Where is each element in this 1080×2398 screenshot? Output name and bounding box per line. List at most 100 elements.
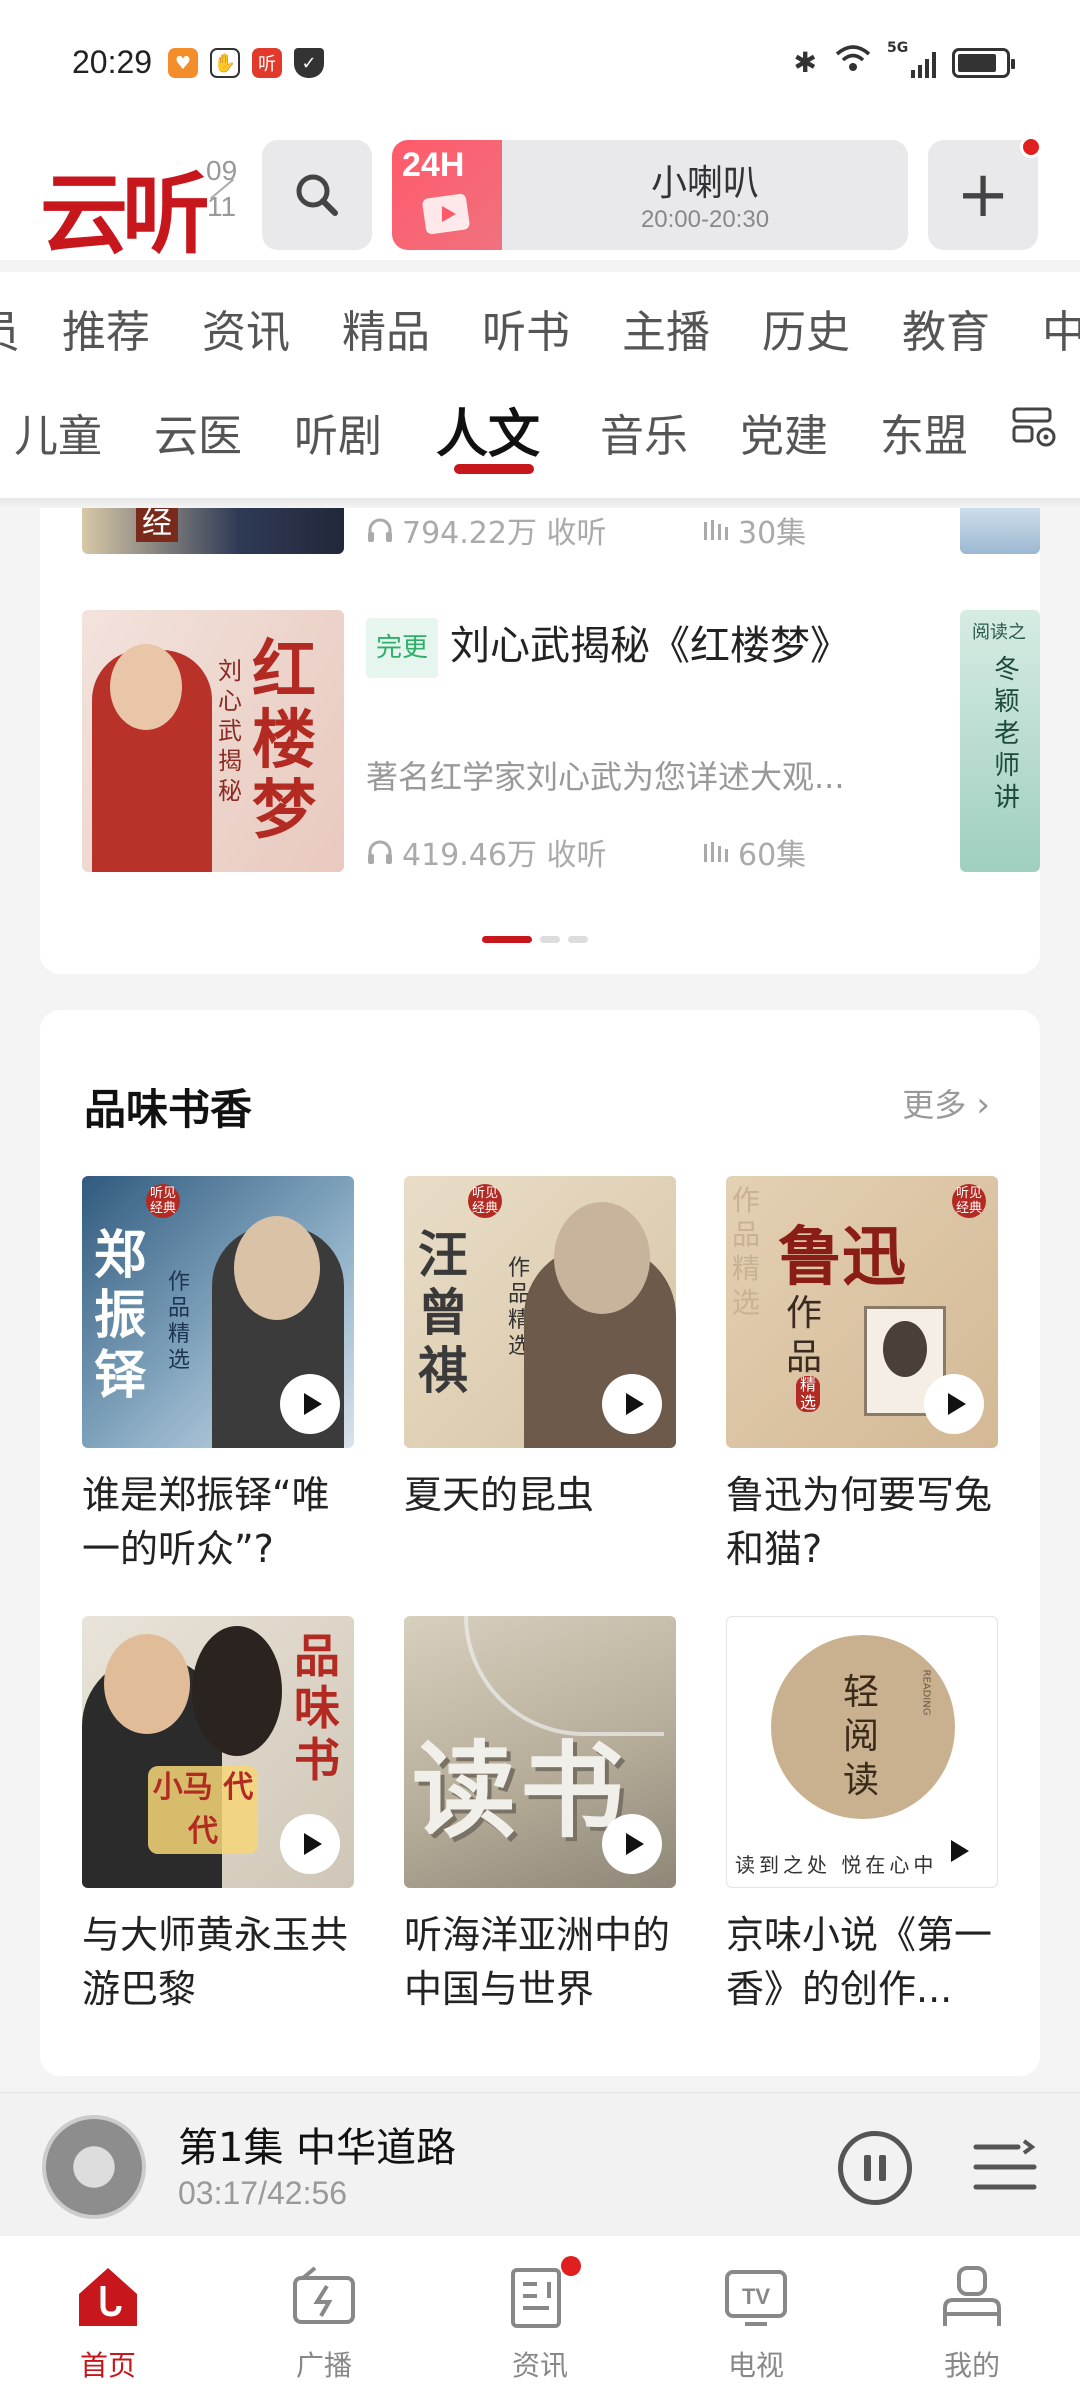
category-tab-health[interactable]: 云医	[154, 400, 242, 464]
host-portrait-2	[192, 1626, 282, 1756]
category-tab[interactable]: 员	[0, 296, 20, 360]
category-tab-host[interactable]: 主播	[622, 296, 710, 360]
more-label: 更多	[902, 1086, 967, 1124]
add-button[interactable]: +	[928, 136, 1042, 250]
episodes-icon	[704, 842, 728, 862]
play-icon[interactable]	[937, 1831, 977, 1871]
category-tab-news[interactable]: 资讯	[202, 296, 290, 360]
bottom-navigation: 首页 广播 资讯 TV 电视 我的	[0, 2236, 1080, 2398]
category-tab-children[interactable]: 儿童	[14, 400, 102, 464]
tv-icon: TV	[721, 2262, 791, 2332]
status-bar: 20:29 ♥ ✋ 听 ✓ ✱ 5G	[0, 0, 1080, 130]
nav-radio[interactable]: 广播	[244, 2262, 404, 2384]
book-section: 品味书香 更多 › 听见经典 郑振铎 作品精选 谁是郑振铎“唯一的听众”? 听见…	[40, 1010, 1040, 2076]
thumbnail-big-title: 读书	[412, 1729, 629, 1852]
episodes-count: 60集	[738, 838, 807, 873]
nav-label: 资讯	[511, 2349, 568, 2382]
headphones-icon	[368, 518, 392, 542]
nav-profile[interactable]: 我的	[892, 2262, 1052, 2384]
program-episodes: 60集	[702, 830, 806, 874]
live-24h-badge: 24H	[392, 140, 502, 250]
mini-player[interactable]: 第1集 中华道路 03:17/42:56	[0, 2092, 1080, 2236]
nav-home[interactable]: 首页	[28, 2262, 188, 2384]
listens-count: 419.46万 收听	[402, 838, 607, 873]
book-caption: 京味小说《第一香》的创作...	[726, 1913, 993, 2011]
svg-text:TV: TV	[742, 2284, 770, 2309]
thumbnail-badge: 听见经典	[146, 1184, 180, 1218]
category-tab-recommend[interactable]: 推荐	[62, 296, 150, 360]
category-tabs-row-1: 员 推荐 资讯 精品 听书 主播 历史 教育 中	[0, 272, 1080, 376]
episodes-icon	[704, 520, 728, 540]
next-program-thumbnail[interactable]: 阅读之 冬颖老师讲	[960, 610, 1040, 872]
thumbnail-small-title: 刘心武揭秘	[218, 657, 242, 805]
notification-dot	[561, 2256, 581, 2276]
next-thumbnail-top: 阅读之	[972, 622, 1026, 643]
episodes-count: 30集	[738, 516, 807, 551]
category-settings-icon	[1012, 407, 1056, 447]
signal-icon: 5G	[887, 40, 936, 78]
book-caption: 鲁迅为何要写兔和猫?	[726, 1473, 993, 1571]
book-thumbnail: 听见经典 郑振铎 作品精选	[82, 1176, 354, 1448]
program-episodes: 30集	[702, 508, 806, 552]
book-card[interactable]: 作品精选 听见经典 鲁迅 作品 精选 鲁迅为何要写兔和猫?	[726, 1176, 998, 1576]
book-card[interactable]: 品味书 小马 代代 与大师黄永玉共游巴黎	[82, 1616, 354, 2016]
book-card[interactable]: 读书 听海洋亚洲中的中国与世界	[404, 1616, 676, 2016]
pause-button[interactable]	[838, 2131, 912, 2205]
category-tab-audiobook[interactable]: 听书	[482, 296, 570, 360]
category-tab-asean[interactable]: 东盟	[880, 400, 968, 464]
plus-icon: +	[956, 158, 1010, 232]
player-cover-art[interactable]	[42, 2115, 146, 2219]
book-card[interactable]: 听见经典 汪曾祺 作品精选 夏天的昆虫	[404, 1176, 676, 1576]
live-radio-card[interactable]: 24H 小喇叭 20:00-20:30	[392, 140, 908, 250]
book-thumbnail: 轻阅读 READING 读到之处 悦在心中	[726, 1616, 998, 1888]
play-icon[interactable]	[924, 1374, 984, 1434]
category-tab-education[interactable]: 教育	[902, 296, 990, 360]
thumbnail-sub-title: 精选	[796, 1376, 820, 1412]
author-portrait-face	[234, 1216, 320, 1320]
program-title[interactable]: 完更 刘心武揭秘《红楼梦》	[366, 618, 926, 678]
book-card[interactable]: 听见经典 郑振铎 作品精选 谁是郑振铎“唯一的听众”?	[82, 1176, 354, 1576]
carousel-dot	[540, 936, 560, 943]
completed-badge: 完更	[366, 618, 439, 678]
book-caption: 听海洋亚洲中的中国与世界	[404, 1913, 671, 2011]
playlist-icon	[973, 2139, 1037, 2190]
category-tab-party[interactable]: 党建	[740, 400, 828, 464]
thumbnail-big-title: 品味书	[294, 1629, 340, 1787]
thumbnail-badge: 听见经典	[952, 1184, 986, 1218]
play-icon[interactable]	[280, 1814, 340, 1874]
book-thumbnail: 品味书 小马 代代	[82, 1616, 354, 1888]
program-listens: 794.22万 收听	[366, 508, 607, 552]
search-button[interactable]	[262, 140, 372, 250]
book-thumbnail: 读书	[404, 1616, 676, 1888]
category-tab-premium[interactable]: 精品	[342, 296, 430, 360]
play-icon[interactable]	[602, 1374, 662, 1434]
play-icon[interactable]	[280, 1374, 340, 1434]
category-settings-button[interactable]	[990, 386, 1080, 470]
thumbnail-badge: 听见经典	[468, 1184, 502, 1218]
next-program-thumbnail[interactable]	[960, 508, 1040, 554]
category-tab-music[interactable]: 音乐	[600, 400, 688, 464]
program-thumbnail[interactable]: 经	[82, 508, 344, 554]
nav-news[interactable]: 资讯	[460, 2256, 620, 2384]
category-tab-history[interactable]: 历史	[762, 296, 850, 360]
thumbnail-bg-text: 作品精选	[732, 1184, 761, 1319]
playlist-button[interactable]	[972, 2137, 1038, 2197]
play-icon[interactable]	[602, 1814, 662, 1874]
humanities-carousel-card: 经 794.22万 收听 30集 红楼梦 刘心武揭秘 完更 刘心武揭秘《红楼梦》 …	[40, 508, 1040, 974]
section-more-link[interactable]: 更多 ›	[902, 1080, 990, 1126]
shield-app-icon: ♥	[168, 48, 198, 78]
program-thumbnail-text: 经	[136, 508, 178, 542]
listens-count: 794.22万 收听	[402, 516, 607, 551]
program-thumbnail[interactable]: 红楼梦 刘心武揭秘	[82, 610, 344, 872]
thumbnail-tiny-text: READING	[920, 1669, 932, 1716]
nav-tv[interactable]: TV 电视	[676, 2262, 836, 2384]
host-portrait-face	[110, 644, 182, 730]
book-card[interactable]: 轻阅读 READING 读到之处 悦在心中 京味小说《第一香》的创作...	[726, 1616, 998, 2016]
security-icon: ✓	[294, 48, 324, 78]
host-portrait-face	[104, 1634, 190, 1734]
category-tab[interactable]: 中	[1042, 296, 1080, 360]
category-tab-humanities[interactable]: 人文	[436, 392, 540, 467]
news-icon	[505, 2256, 581, 2332]
book-thumbnail: 作品精选 听见经典 鲁迅 作品 精选	[726, 1176, 998, 1448]
category-tab-drama[interactable]: 听剧	[294, 400, 382, 464]
